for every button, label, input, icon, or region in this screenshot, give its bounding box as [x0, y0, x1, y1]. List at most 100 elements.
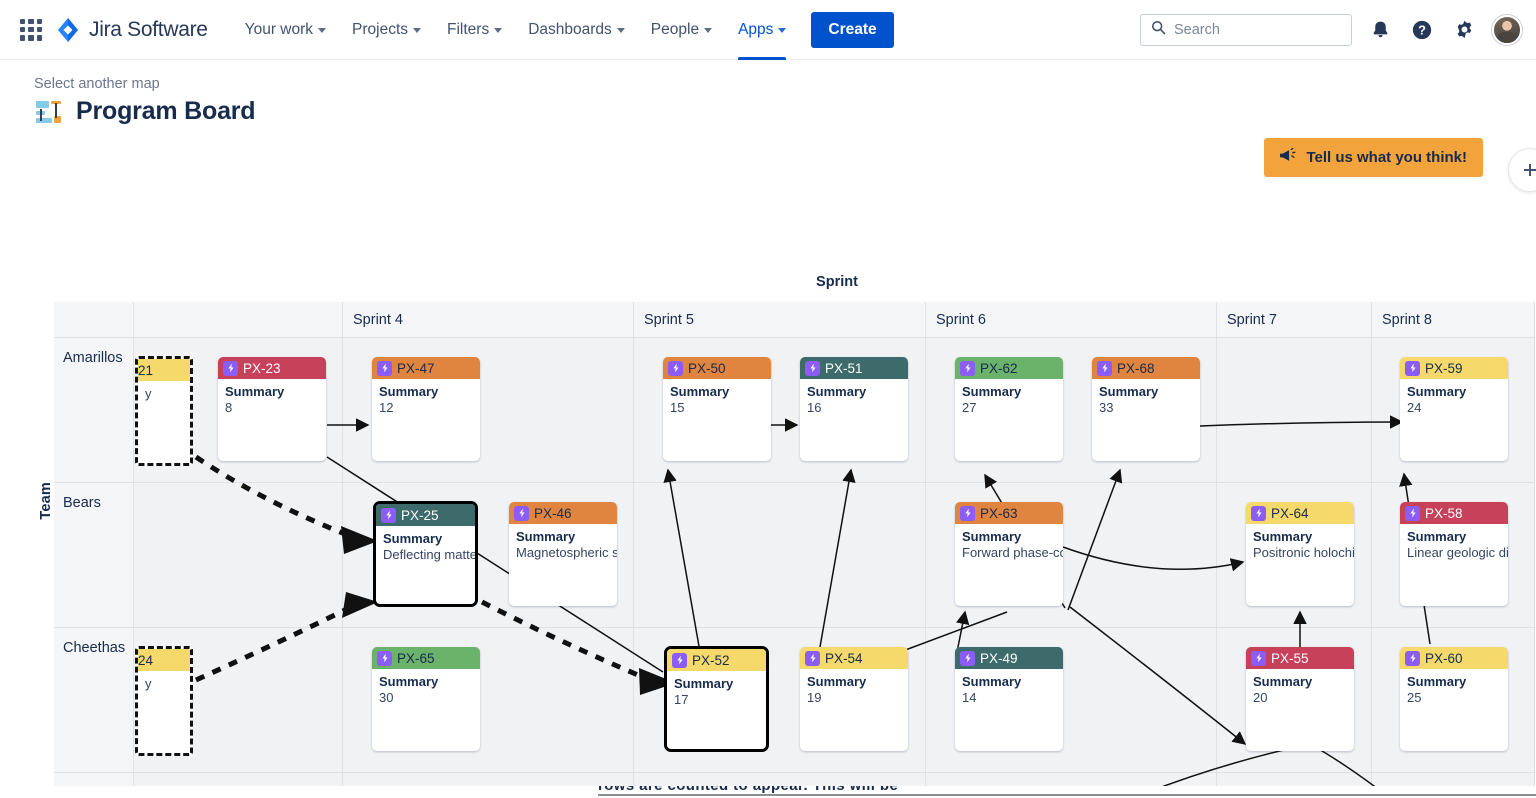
chevron-down-icon: [494, 28, 503, 33]
issue-card-px-55[interactable]: PX-55 Summary 20: [1246, 647, 1354, 751]
create-button[interactable]: Create: [811, 11, 894, 48]
issue-card-px-25[interactable]: PX-25 Summary Deflecting matte: [373, 501, 478, 607]
notifications-icon[interactable]: [1366, 16, 1394, 44]
issue-key: PX-59: [1425, 360, 1463, 376]
issue-card-px-50[interactable]: PX-50 Summary 15: [663, 357, 771, 461]
bottom-rule: [598, 794, 1536, 796]
issue-card-header: PX-54: [800, 647, 908, 669]
board-cell[interactable]: [634, 482, 925, 627]
board-cell[interactable]: [1217, 337, 1371, 482]
board-options-fab[interactable]: [1508, 148, 1536, 192]
issue-summary-text: Deflecting matte: [383, 547, 477, 562]
issue-key: PX-23: [243, 360, 281, 376]
page-title: Program Board: [76, 97, 256, 125]
issue-card-header: 24: [138, 649, 190, 671]
issue-summary-text: 12: [379, 400, 394, 415]
column-header-sprint-7[interactable]: Sprint 7: [1217, 302, 1372, 337]
select-another-map-link[interactable]: Select another map: [34, 76, 1536, 92]
issue-card-header: PX-47: [372, 357, 480, 379]
column-header-blank[interactable]: [134, 302, 343, 337]
row-header-amarillos[interactable]: Amarillos: [54, 337, 134, 482]
nav-item-your-work[interactable]: Your work: [234, 0, 337, 60]
issue-card-body: Summary Forward phase-co: [955, 524, 1063, 561]
column-header-sprint-6[interactable]: Sprint 6: [926, 302, 1217, 337]
issue-card-px-59[interactable]: PX-59 Summary 24: [1400, 357, 1508, 461]
issue-card-px-68[interactable]: PX-68 Summary 33: [1092, 357, 1200, 461]
issue-summary-text: 30: [379, 690, 394, 705]
search-box[interactable]: [1140, 13, 1352, 46]
settings-icon[interactable]: [1450, 16, 1478, 44]
nav-item-label: Your work: [244, 20, 314, 38]
issue-card-body: y: [138, 381, 190, 402]
issue-card-px-64[interactable]: PX-64 Summary Positronic holochi: [1246, 502, 1354, 606]
issue-key: PX-58: [1425, 505, 1463, 521]
issue-card-px-62[interactable]: PX-62 Summary 27: [955, 357, 1063, 461]
issue-summary-label: Summary: [807, 384, 867, 399]
story-type-icon: [960, 505, 975, 521]
issue-card-body: Summary 27: [955, 379, 1063, 416]
nav-item-projects[interactable]: Projects: [341, 0, 432, 60]
search-icon: [1151, 20, 1166, 40]
issue-card-px-63[interactable]: PX-63 Summary Forward phase-co: [955, 502, 1063, 606]
issue-card-header: PX-65: [372, 647, 480, 669]
issue-card-header: PX-55: [1246, 647, 1354, 669]
story-type-icon: [805, 360, 820, 376]
issue-card-px-23[interactable]: PX-23 Summary 8: [218, 357, 326, 461]
issue-card-body: Summary Linear geologic di: [1400, 524, 1508, 561]
story-type-icon: [514, 505, 529, 521]
feedback-button[interactable]: Tell us what you think!: [1264, 138, 1483, 177]
nav-item-people[interactable]: People: [640, 0, 723, 60]
issue-summary-label: Summary: [1099, 384, 1159, 399]
plus-icon: [1524, 164, 1536, 176]
story-type-icon: [960, 650, 975, 666]
nav-item-label: People: [650, 20, 700, 38]
issue-card-px-47[interactable]: PX-47 Summary 12: [372, 357, 480, 461]
issue-card-header: PX-25: [376, 504, 475, 526]
story-type-icon: [1251, 650, 1266, 666]
issue-card-px-24[interactable]: 24 y: [135, 646, 193, 756]
issue-key: PX-46: [534, 505, 572, 521]
avatar[interactable]: [1492, 14, 1522, 45]
issue-summary-text: 15: [670, 400, 685, 415]
issue-key: PX-60: [1425, 650, 1463, 666]
nav-item-dashboards[interactable]: Dashboards: [517, 0, 636, 60]
issue-card-px-51[interactable]: PX-51 Summary 16: [800, 357, 908, 461]
issue-card-px-58[interactable]: PX-58 Summary Linear geologic di: [1400, 502, 1508, 606]
issue-card-px-65[interactable]: PX-65 Summary 30: [372, 647, 480, 751]
issue-key: PX-68: [1117, 360, 1155, 376]
board-cell[interactable]: [134, 482, 342, 627]
row-header-bears[interactable]: Bears: [54, 482, 134, 627]
issue-key: PX-50: [688, 360, 726, 376]
column-header-sprint-4[interactable]: Sprint 4: [343, 302, 634, 337]
issue-card-px-21[interactable]: 21 y: [135, 356, 193, 466]
issue-card-px-54[interactable]: PX-54 Summary 19: [800, 647, 908, 751]
issue-summary-text: 33: [1099, 400, 1114, 415]
grid-corner: [54, 302, 134, 337]
issue-card-px-49[interactable]: PX-49 Summary 14: [955, 647, 1063, 751]
issue-summary-label: Summary: [1253, 529, 1313, 544]
issue-key: PX-25: [401, 507, 439, 523]
issue-card-body: Summary Positronic holochi: [1246, 524, 1354, 561]
row-header-cheethas[interactable]: Cheethas: [54, 627, 134, 772]
issue-card-body: Summary 8: [218, 379, 326, 416]
help-icon[interactable]: ?: [1408, 16, 1436, 44]
story-type-icon: [1097, 360, 1112, 376]
issue-card-header: PX-68: [1092, 357, 1200, 379]
jira-brand-logo[interactable]: Jira Software: [56, 17, 208, 43]
app-switcher-icon[interactable]: [18, 17, 44, 43]
issue-card-px-46[interactable]: PX-46 Summary Magnetospheric s: [509, 502, 617, 606]
issue-card-px-60[interactable]: PX-60 Summary 25: [1400, 647, 1508, 751]
board-column-headers: Sprint 4 Sprint 5 Sprint 6 Sprint 7 Spri…: [54, 302, 1536, 337]
column-header-sprint-5[interactable]: Sprint 5: [634, 302, 926, 337]
issue-card-body: Summary 17: [667, 671, 766, 708]
column-header-sprint-8[interactable]: Sprint 8: [1372, 302, 1535, 337]
issue-summary-text: Forward phase-co: [962, 545, 1063, 560]
issue-card-px-52[interactable]: PX-52 Summary 17: [664, 646, 769, 752]
nav-item-label: Apps: [738, 20, 774, 38]
story-type-icon: [672, 652, 687, 668]
search-input[interactable]: [1174, 21, 1341, 38]
nav-item-filters[interactable]: Filters: [436, 0, 513, 60]
nav-item-apps[interactable]: Apps: [727, 0, 797, 60]
page-title-row: Program Board: [34, 97, 1536, 126]
issue-card-header: PX-49: [955, 647, 1063, 669]
